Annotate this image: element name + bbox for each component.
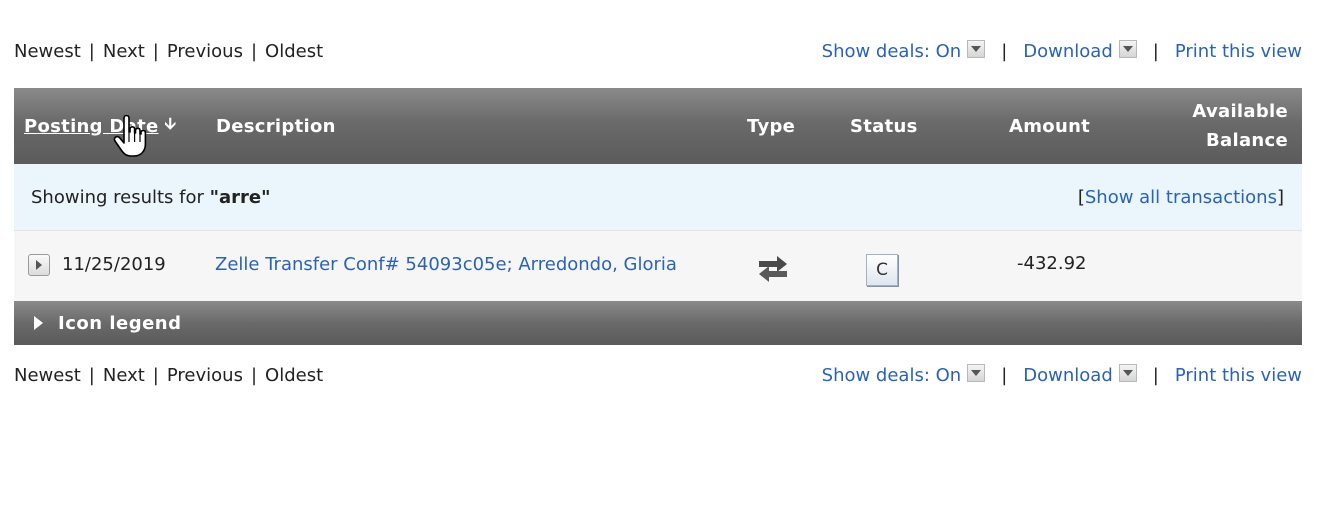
download-button[interactable]: Download bbox=[1023, 363, 1137, 386]
posting-date-header[interactable]: Posting Date 🡫 bbox=[24, 88, 176, 164]
separator: | bbox=[250, 40, 258, 62]
print-view-link[interactable]: Print this view bbox=[1175, 41, 1302, 62]
oldest-link[interactable]: Oldest bbox=[265, 365, 323, 386]
view-tools: Show deals: On | Download | Print this v… bbox=[821, 363, 1302, 386]
transaction-amount: -432.92 bbox=[1017, 253, 1087, 274]
dropdown-arrow-icon[interactable] bbox=[967, 39, 986, 58]
expand-row-icon[interactable] bbox=[28, 254, 50, 276]
available-balance-header-line2: Balance bbox=[1206, 130, 1288, 151]
separator: | bbox=[1152, 40, 1159, 62]
show-all-transactions-link[interactable]: Show all transactions bbox=[1085, 187, 1277, 208]
show-all-wrapper: [Show all transactions] bbox=[1078, 187, 1284, 208]
amount-header: Amount bbox=[1009, 115, 1091, 137]
type-header: Type bbox=[747, 115, 796, 137]
bracket-open: [ bbox=[1077, 186, 1085, 208]
download-label: Download bbox=[1023, 364, 1113, 386]
description-header: Description bbox=[216, 115, 336, 137]
previous-link[interactable]: Previous bbox=[167, 41, 243, 62]
separator: | bbox=[1152, 364, 1159, 386]
status-header: Status bbox=[850, 115, 918, 137]
available-balance-header-line1: Available bbox=[1192, 101, 1288, 122]
filter-query: "arre" bbox=[209, 186, 271, 208]
transaction-date: 11/25/2019 bbox=[62, 254, 166, 275]
dropdown-arrow-icon[interactable] bbox=[1118, 363, 1137, 382]
top-nav-bar: Newest | Next | Previous | Oldest Show d… bbox=[14, 38, 1302, 64]
separator: | bbox=[1001, 40, 1008, 62]
dropdown-arrow-icon[interactable] bbox=[1118, 39, 1137, 58]
separator: | bbox=[152, 364, 159, 386]
dropdown-arrow-icon[interactable] bbox=[967, 363, 986, 382]
status-badge: C bbox=[866, 254, 898, 286]
download-label: Download bbox=[1023, 40, 1113, 62]
show-deals-toggle[interactable]: Show deals: On bbox=[821, 363, 986, 386]
pager: Newest | Next | Previous | Oldest bbox=[14, 41, 323, 62]
previous-link[interactable]: Previous bbox=[167, 365, 243, 386]
download-button[interactable]: Download bbox=[1023, 39, 1137, 62]
newest-link[interactable]: Newest bbox=[14, 365, 81, 386]
icon-legend-label: Icon legend bbox=[58, 312, 182, 334]
filter-status-text: Showing results for "arre" bbox=[31, 187, 271, 208]
sort-down-arrow-icon: 🡫 bbox=[164, 113, 177, 133]
table-row: 11/25/2019 Zelle Transfer Conf# 54093c05… bbox=[14, 230, 1302, 301]
separator: | bbox=[250, 364, 258, 386]
table-header: Posting Date 🡫 Description Type Status A… bbox=[14, 88, 1302, 164]
next-link[interactable]: Next bbox=[103, 365, 145, 386]
hand-pointer-cursor-icon bbox=[113, 115, 147, 157]
separator: | bbox=[88, 364, 95, 386]
print-view-link[interactable]: Print this view bbox=[1175, 365, 1302, 386]
separator: | bbox=[1001, 364, 1008, 386]
transaction-description-link[interactable]: Zelle Transfer Conf# 54093c05e; Arredond… bbox=[215, 254, 677, 275]
show-deals-label: Show deals: On bbox=[821, 40, 962, 62]
view-tools: Show deals: On | Download | Print this v… bbox=[821, 39, 1302, 62]
bracket-close: ] bbox=[1276, 186, 1284, 208]
icon-legend-toggle[interactable]: Icon legend bbox=[14, 301, 1302, 345]
next-link[interactable]: Next bbox=[103, 41, 145, 62]
expand-triangle-icon bbox=[34, 316, 43, 330]
bottom-nav-bar: Newest | Next | Previous | Oldest Show d… bbox=[14, 362, 1302, 388]
transactions-table: Posting Date 🡫 Description Type Status A… bbox=[14, 88, 1302, 345]
show-deals-label: Show deals: On bbox=[821, 364, 962, 386]
show-deals-toggle[interactable]: Show deals: On bbox=[821, 39, 986, 62]
transfer-icon bbox=[759, 256, 787, 282]
separator: | bbox=[88, 40, 95, 62]
pager: Newest | Next | Previous | Oldest bbox=[14, 365, 323, 386]
oldest-link[interactable]: Oldest bbox=[265, 41, 323, 62]
filter-prefix: Showing results for bbox=[31, 186, 204, 208]
available-balance-header: Available Balance bbox=[1192, 88, 1288, 164]
search-filter-row: Showing results for "arre" [Show all tra… bbox=[14, 164, 1302, 230]
newest-link[interactable]: Newest bbox=[14, 41, 81, 62]
separator: | bbox=[152, 40, 159, 62]
